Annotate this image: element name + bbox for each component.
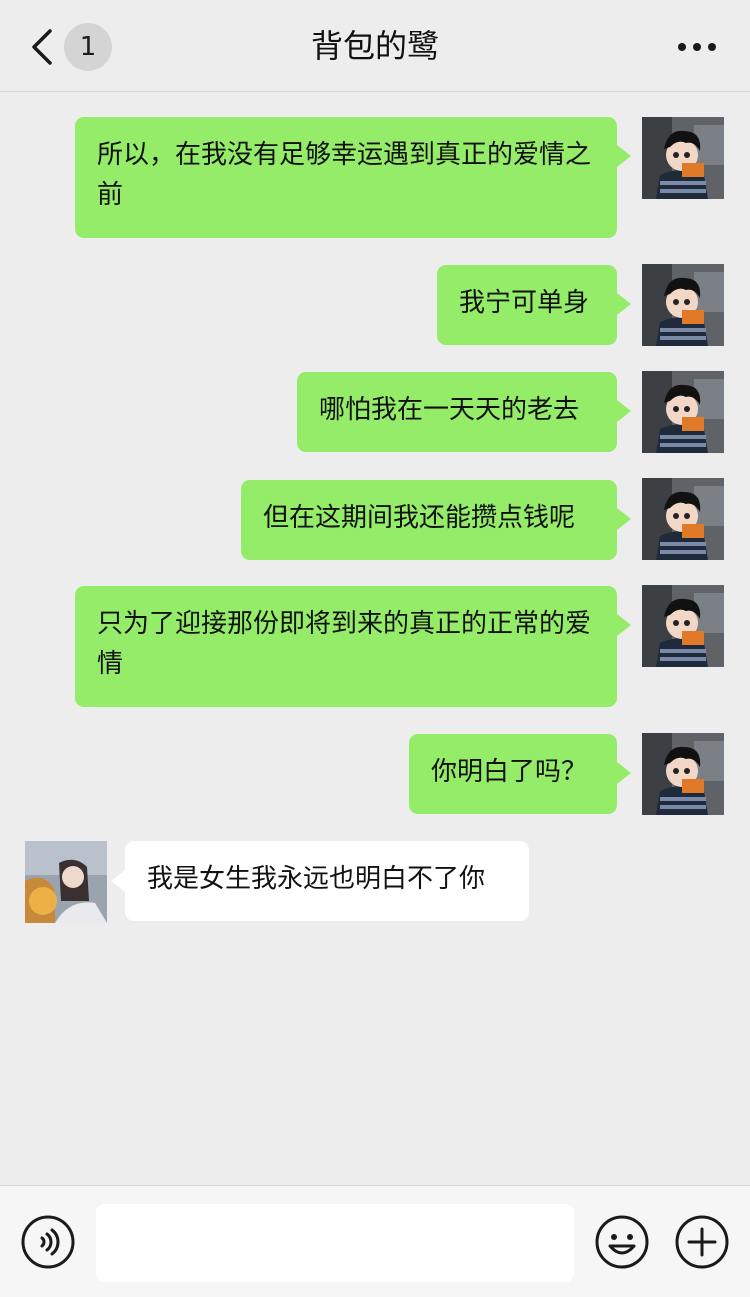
message-text: 我是女生我永远也明白不了你: [147, 864, 486, 894]
message-item: 所以，在我没有足够幸运遇到真正的爱情之前: [0, 92, 750, 242]
bubble-tail: [617, 614, 631, 636]
message-bubble-mine[interactable]: 只为了迎接那份即将到来的真正的正常的爱情: [75, 586, 617, 707]
bubble-tail: [617, 145, 631, 167]
avatar-image: [642, 478, 724, 560]
more-button[interactable]: [672, 30, 722, 62]
voice-button[interactable]: [20, 1214, 76, 1270]
bubble-tail: [617, 400, 631, 422]
message-input[interactable]: [96, 1204, 574, 1282]
avatar-image: [642, 117, 724, 199]
voice-icon: [20, 1215, 76, 1274]
chevron-left-icon: [24, 20, 60, 74]
message-bubble-mine[interactable]: 你明白了吗？: [409, 734, 617, 814]
message-bubble-theirs[interactable]: 我是女生我永远也明白不了你: [125, 841, 529, 921]
message-text: 只为了迎接那份即将到来的真正的正常的爱情: [97, 609, 592, 679]
chat-screen: 1 背包的鹭 所以，在我没有足够幸运遇到真正的爱情之前 我宁可单身 哪怕我在一天…: [0, 0, 750, 1297]
self-avatar[interactable]: [642, 117, 724, 199]
avatar-image: [642, 733, 724, 815]
input-bar: [0, 1185, 750, 1297]
avatar-image: [642, 264, 724, 346]
message-bubble-mine[interactable]: 所以，在我没有足够幸运遇到真正的爱情之前: [75, 117, 617, 238]
self-avatar[interactable]: [642, 733, 724, 815]
message-bubble-mine[interactable]: 但在这期间我还能攒点钱呢: [241, 480, 617, 560]
ellipsis-icon: [677, 37, 717, 56]
unread-count-badge: 1: [64, 23, 112, 71]
bubble-tail: [111, 870, 125, 892]
contact-avatar[interactable]: [25, 841, 107, 923]
bubble-tail: [617, 508, 631, 530]
message-text: 哪怕我在一天天的老去: [319, 395, 580, 425]
self-avatar[interactable]: [642, 478, 724, 560]
back-button[interactable]: 1: [24, 20, 120, 74]
bubble-tail: [617, 293, 631, 315]
avatar-image: [25, 841, 107, 923]
avatar-image: [642, 585, 724, 667]
message-text: 所以，在我没有足够幸运遇到真正的爱情之前: [97, 140, 592, 210]
chat-title: 背包的鹭: [310, 27, 439, 65]
self-avatar[interactable]: [642, 264, 724, 346]
message-text: 我宁可单身: [459, 288, 590, 318]
bubble-tail: [617, 762, 631, 784]
avatar-image: [642, 371, 724, 453]
self-avatar[interactable]: [642, 371, 724, 453]
chat-header: 1 背包的鹭: [0, 0, 750, 92]
message-bubble-mine[interactable]: 哪怕我在一天天的老去: [297, 372, 617, 452]
message-text: 你明白了吗？: [431, 757, 588, 787]
emoji-button[interactable]: [594, 1214, 650, 1270]
message-bubble-mine[interactable]: 我宁可单身: [437, 265, 617, 345]
add-button[interactable]: [674, 1214, 730, 1270]
self-avatar[interactable]: [642, 585, 724, 667]
emoji-icon: [594, 1215, 650, 1274]
message-list[interactable]: 所以，在我没有足够幸运遇到真正的爱情之前 我宁可单身 哪怕我在一天天的老去 但在…: [0, 92, 750, 1184]
message-text: 但在这期间我还能攒点钱呢: [263, 503, 576, 533]
plus-icon: [674, 1215, 730, 1274]
